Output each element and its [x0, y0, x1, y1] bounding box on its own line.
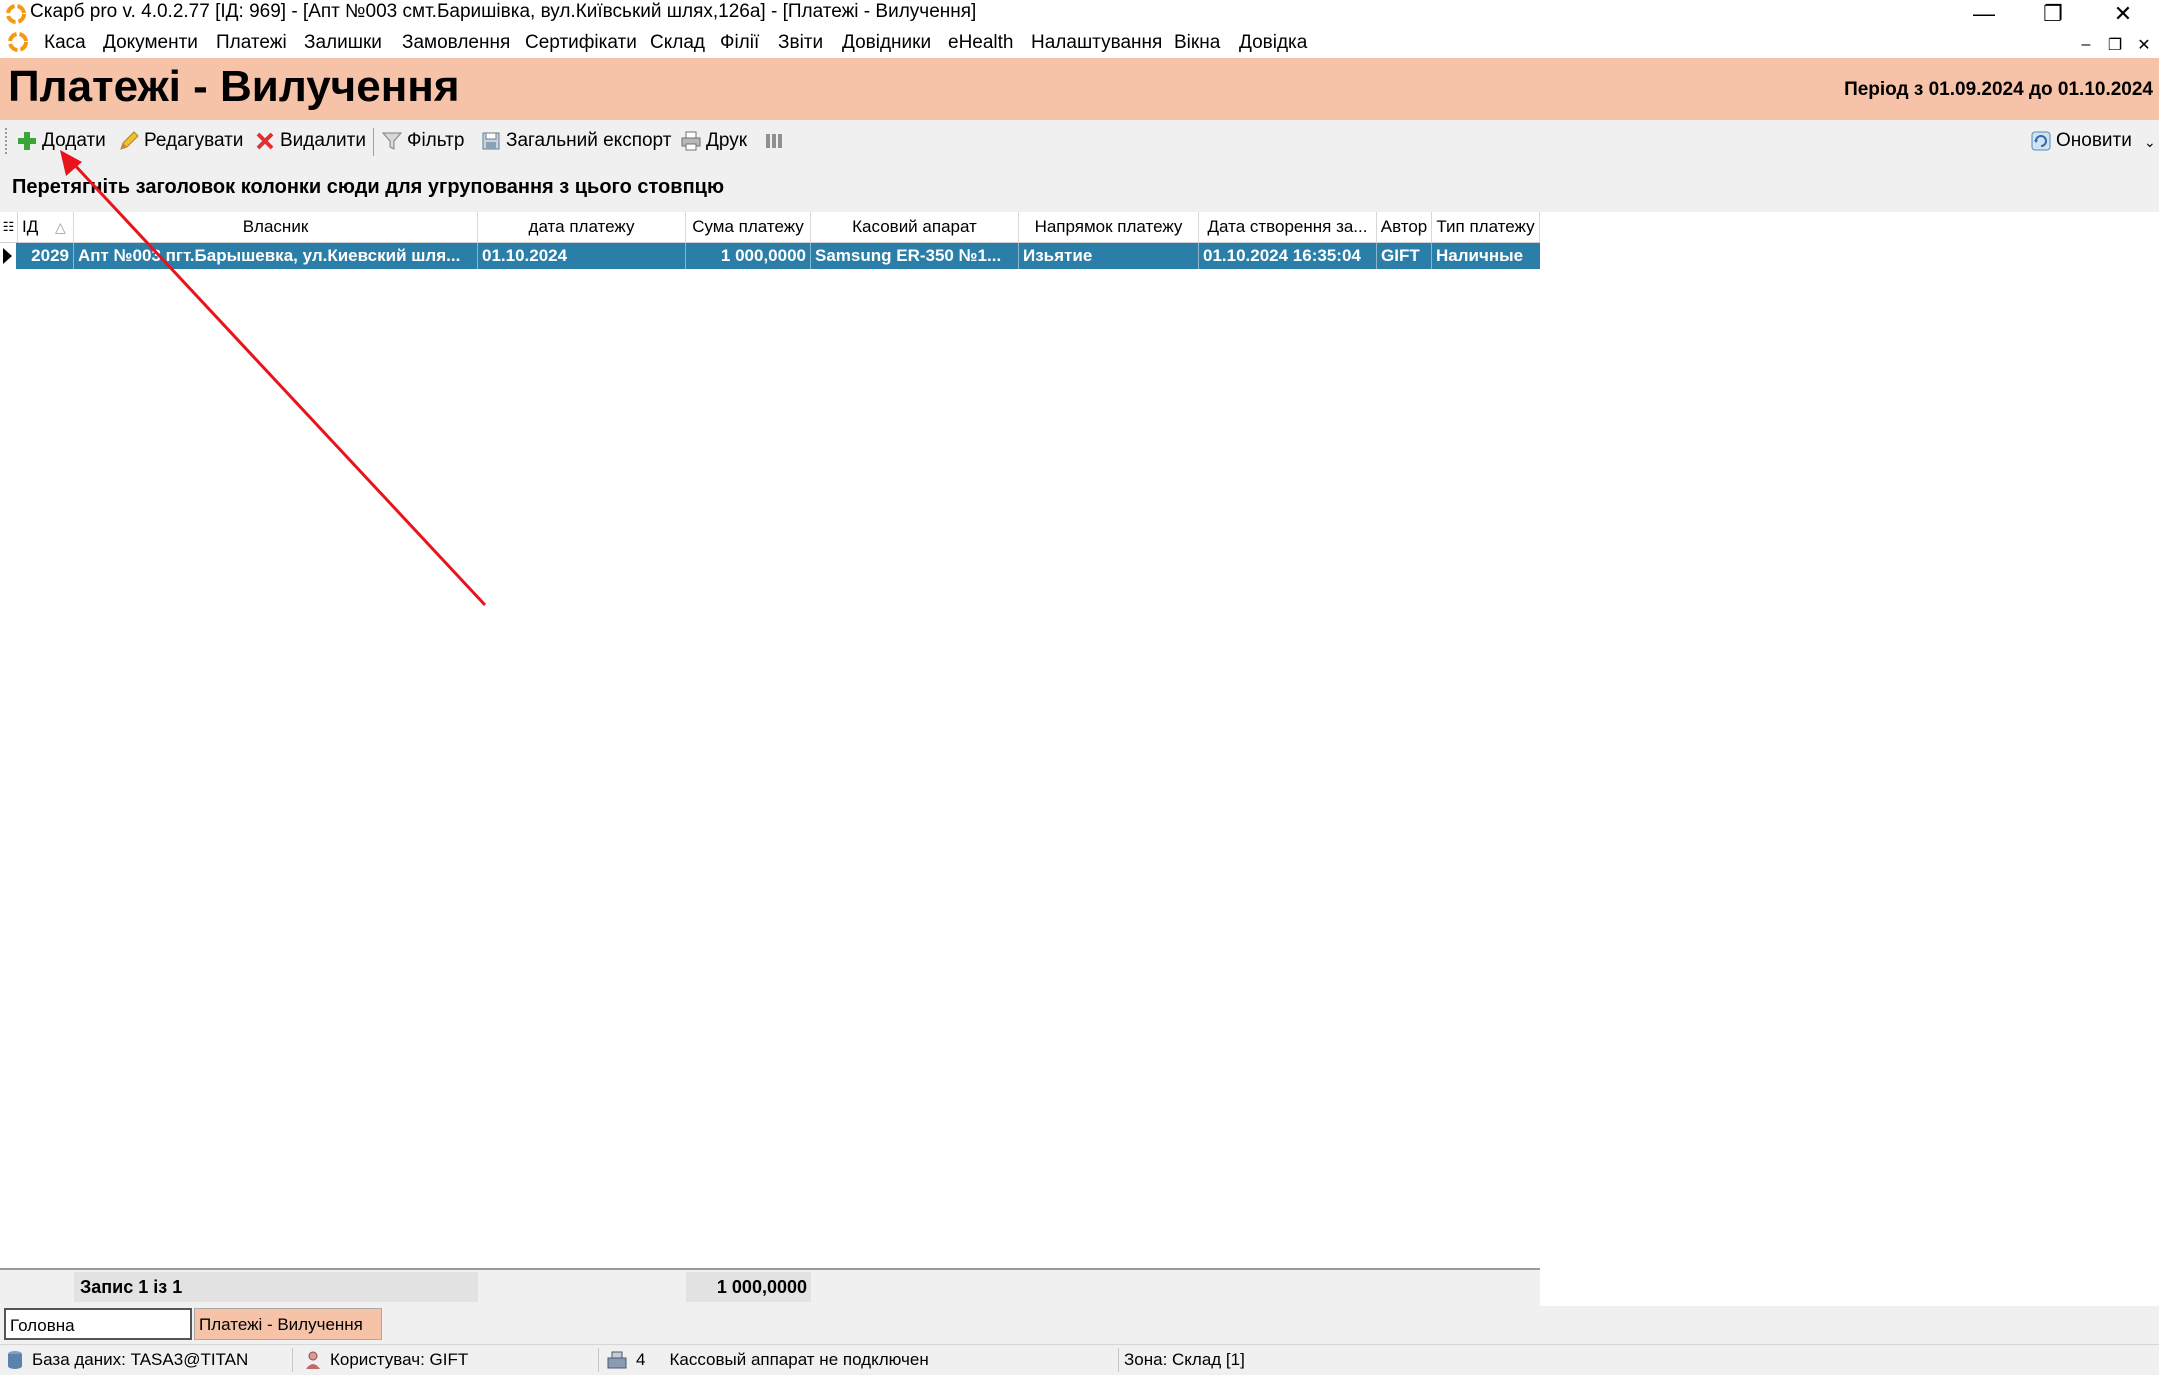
delete-button[interactable]: Видалити: [254, 127, 366, 155]
status-separator: [1118, 1348, 1119, 1372]
status-user: Користувач: GIFT: [302, 1348, 468, 1372]
column-header-id-label: ІД: [22, 217, 39, 236]
columns-button[interactable]: [763, 127, 785, 155]
menu-help[interactable]: Довідка: [1239, 32, 1307, 54]
page-title: Платежі - Вилучення: [8, 62, 460, 111]
column-header-owner[interactable]: Власник: [74, 212, 478, 242]
column-header-author[interactable]: Автор: [1377, 212, 1432, 242]
footer-record-count: Запис 1 із 1: [74, 1272, 478, 1302]
status-zone: Зона: Склад [1]: [1124, 1350, 1245, 1369]
menu-reports[interactable]: Звіти: [778, 32, 823, 54]
app-logo-icon: [6, 4, 26, 24]
group-by-hint: Перетягніть заголовок колонки сюди для у…: [12, 176, 725, 198]
cell-direction[interactable]: Изьятие: [1019, 243, 1199, 269]
refresh-button[interactable]: Оновити: [2030, 127, 2132, 155]
column-header-created-date[interactable]: Дата створення за...: [1199, 212, 1377, 242]
mdi-minimize-button[interactable]: –: [2074, 34, 2098, 56]
period-label: Період з 01.09.2024 до 01.10.2024: [1844, 79, 2153, 100]
column-header-id[interactable]: ІД △: [18, 212, 74, 242]
export-icon: [480, 130, 502, 152]
edit-button-label: Редагувати: [144, 130, 244, 151]
edit-button[interactable]: Редагувати: [118, 127, 243, 155]
toolbar-grip[interactable]: [5, 128, 10, 154]
close-button[interactable]: ✕: [2092, 0, 2154, 28]
delete-button-label: Видалити: [280, 130, 366, 151]
column-chooser-icon[interactable]: ☷: [0, 212, 18, 242]
restore-button[interactable]: ❐: [2022, 0, 2084, 28]
refresh-icon: [2030, 130, 2052, 152]
menu-documents[interactable]: Документи: [103, 32, 198, 54]
cell-payment-date[interactable]: 01.10.2024: [478, 243, 686, 269]
export-button[interactable]: Загальний експорт: [480, 127, 671, 155]
pencil-icon: [118, 130, 140, 152]
refresh-dropdown-icon[interactable]: ⌄: [2144, 134, 2156, 151]
menu-directories[interactable]: Довідники: [842, 32, 931, 54]
cell-owner[interactable]: Апт №003 пгт.Барышевка, ул.Киевский шля.…: [74, 243, 478, 269]
column-header-cash-register[interactable]: Касовий апарат: [811, 212, 1019, 242]
cell-created-date[interactable]: 01.10.2024 16:35:04: [1199, 243, 1377, 269]
cell-author[interactable]: GIFT: [1377, 243, 1432, 269]
column-header-payment-date[interactable]: дата платежу: [478, 212, 686, 242]
cell-cash-register[interactable]: Samsung ER-350 №1...: [811, 243, 1019, 269]
window-title: Скарб pro v. 4.0.2.77 [ІД: 969] - [Апт №…: [30, 1, 977, 22]
printer-icon: [680, 130, 702, 152]
refresh-button-label: Оновити: [2056, 130, 2132, 151]
cell-payment-type[interactable]: Наличные: [1432, 243, 1540, 269]
status-user-label: Користувач: GIFT: [330, 1350, 469, 1369]
tab-main[interactable]: Головна: [4, 1308, 192, 1340]
sort-ascending-icon: △: [54, 219, 66, 235]
menu-balances[interactable]: Залишки: [304, 32, 382, 54]
mdi-restore-button[interactable]: ❐: [2103, 34, 2127, 56]
column-header-direction[interactable]: Напрямок платежу: [1019, 212, 1199, 242]
cell-payment-sum[interactable]: 1 000,0000: [686, 243, 811, 269]
menu-kasa[interactable]: Каса: [44, 32, 86, 54]
menu-orders[interactable]: Замовлення: [402, 32, 510, 54]
filter-button[interactable]: Фільтр: [381, 127, 464, 155]
status-cash-register: 4 Кассовый аппарат не подключен: [606, 1348, 929, 1372]
menu-ehealth[interactable]: eHealth: [948, 32, 1014, 54]
menu-branches[interactable]: Філії: [720, 32, 759, 54]
menu-logo-icon[interactable]: [6, 31, 30, 53]
menu-warehouse[interactable]: Склад: [650, 32, 705, 54]
database-icon: [4, 1349, 26, 1371]
status-database-label: База даних: TASA3@TITAN: [32, 1350, 249, 1369]
print-button[interactable]: Друк: [680, 127, 747, 155]
column-header-payment-type[interactable]: Тип платежу: [1432, 212, 1540, 242]
mdi-close-button[interactable]: ✕: [2132, 34, 2156, 56]
tab-payments-withdrawal[interactable]: Платежі - Вилучення: [194, 1308, 382, 1340]
menu-certificates[interactable]: Сертифікати: [525, 32, 637, 54]
status-database: База даних: TASA3@TITAN: [4, 1348, 248, 1372]
cell-id[interactable]: 2029: [18, 243, 74, 269]
menu-payments[interactable]: Платежі: [216, 32, 287, 54]
row-indicator-icon: [3, 248, 12, 264]
toolbar-separator: [373, 128, 374, 156]
filter-button-label: Фільтр: [407, 130, 465, 151]
export-button-label: Загальний експорт: [506, 130, 672, 151]
status-separator: [292, 1348, 293, 1372]
plus-icon: [16, 130, 38, 152]
status-cash-register-label: Кассовый аппарат не подключен: [669, 1350, 929, 1369]
cash-register-icon: [606, 1349, 628, 1371]
delete-x-icon: [254, 130, 276, 152]
minimize-button[interactable]: —: [1953, 0, 2015, 28]
print-button-label: Друк: [706, 130, 748, 151]
status-count: 4: [636, 1350, 646, 1369]
status-separator: [598, 1348, 599, 1372]
column-header-payment-sum[interactable]: Сума платежу: [686, 212, 811, 242]
add-button-label: Додати: [42, 130, 106, 151]
menu-windows[interactable]: Вікна: [1174, 32, 1220, 54]
columns-icon: [763, 130, 785, 152]
user-icon: [302, 1349, 324, 1371]
filter-icon: [381, 130, 403, 152]
footer-sum-total: 1 000,0000: [686, 1272, 811, 1302]
add-button[interactable]: Додати: [16, 127, 106, 155]
menu-settings[interactable]: Налаштування: [1031, 32, 1162, 54]
